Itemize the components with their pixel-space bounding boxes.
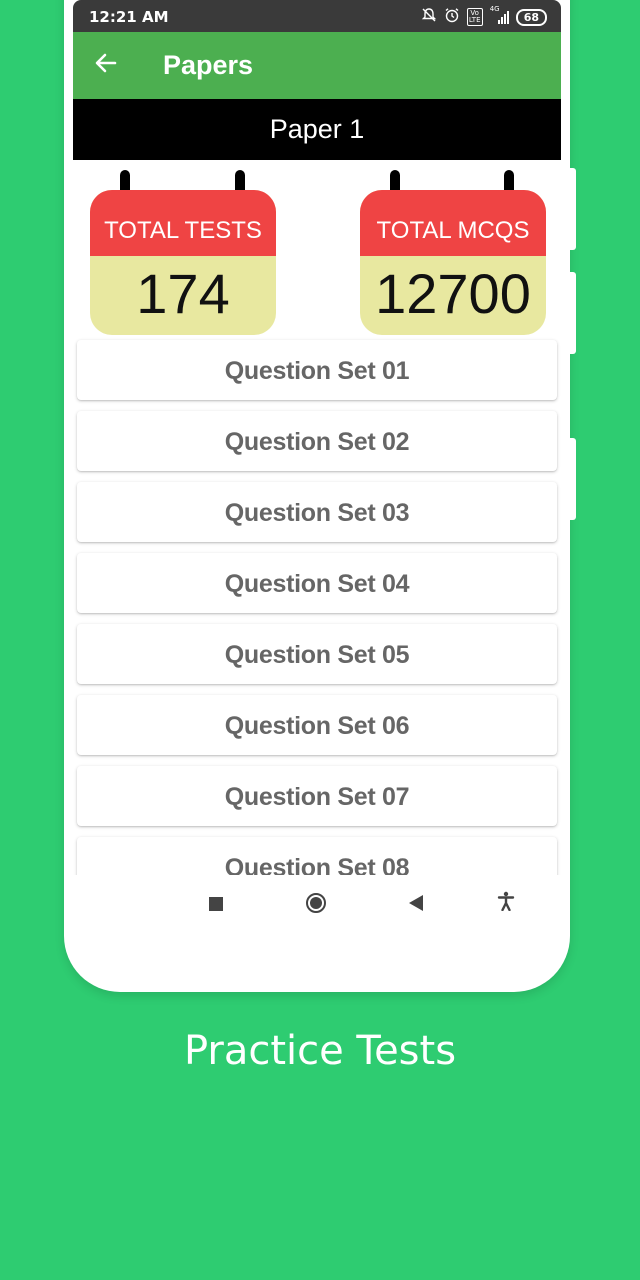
phone-side-button xyxy=(570,272,576,354)
bell-off-icon xyxy=(421,7,437,27)
question-set-item[interactable]: Question Set 03 xyxy=(77,482,557,542)
battery-indicator: 68 xyxy=(515,8,547,26)
phone-screen: 12:21 AM Vo LTE 4G 68 Papers Paper 1 TOT… xyxy=(73,0,561,932)
alarm-icon xyxy=(444,7,460,27)
question-set-item[interactable]: Question Set 05 xyxy=(77,624,557,684)
network-label: 4G xyxy=(489,5,500,13)
accessibility-icon[interactable] xyxy=(497,891,515,917)
home-icon[interactable] xyxy=(306,893,326,913)
phone-side-button xyxy=(570,168,576,250)
question-set-list: Question Set 01 Question Set 02 Question… xyxy=(77,340,557,908)
question-set-item[interactable]: Question Set 06 xyxy=(77,695,557,755)
total-mcqs-card: TOTAL MCQS 12700 xyxy=(360,190,546,335)
total-mcqs-value: 12700 xyxy=(375,262,531,325)
recents-icon[interactable] xyxy=(209,897,223,911)
back-icon[interactable] xyxy=(409,895,423,911)
total-tests-label: TOTAL TESTS xyxy=(90,190,276,256)
question-set-item[interactable]: Question Set 07 xyxy=(77,766,557,826)
total-mcqs-label: TOTAL MCQS xyxy=(360,190,546,256)
status-bar: 12:21 AM Vo LTE 4G 68 xyxy=(73,0,561,32)
page-title: Papers xyxy=(163,50,254,80)
status-time: 12:21 AM xyxy=(89,8,169,26)
phone-side-button xyxy=(570,438,576,520)
arrow-left-icon[interactable] xyxy=(93,50,123,80)
question-set-item[interactable]: Question Set 04 xyxy=(77,553,557,613)
system-nav-bar xyxy=(73,875,561,932)
app-bar: Papers xyxy=(73,32,561,99)
signal-4g-icon: 4G xyxy=(490,5,509,24)
question-set-item[interactable]: Question Set 01 xyxy=(77,340,557,400)
question-set-item[interactable]: Question Set 02 xyxy=(77,411,557,471)
paper-header: Paper 1 xyxy=(73,99,561,160)
status-icons: Vo LTE 4G 68 xyxy=(421,5,547,27)
promo-caption: Practice Tests xyxy=(183,1028,457,1074)
volte-icon: Vo LTE xyxy=(466,8,483,26)
total-tests-value: 174 xyxy=(136,262,230,325)
total-tests-card: TOTAL TESTS 174 xyxy=(90,190,276,335)
